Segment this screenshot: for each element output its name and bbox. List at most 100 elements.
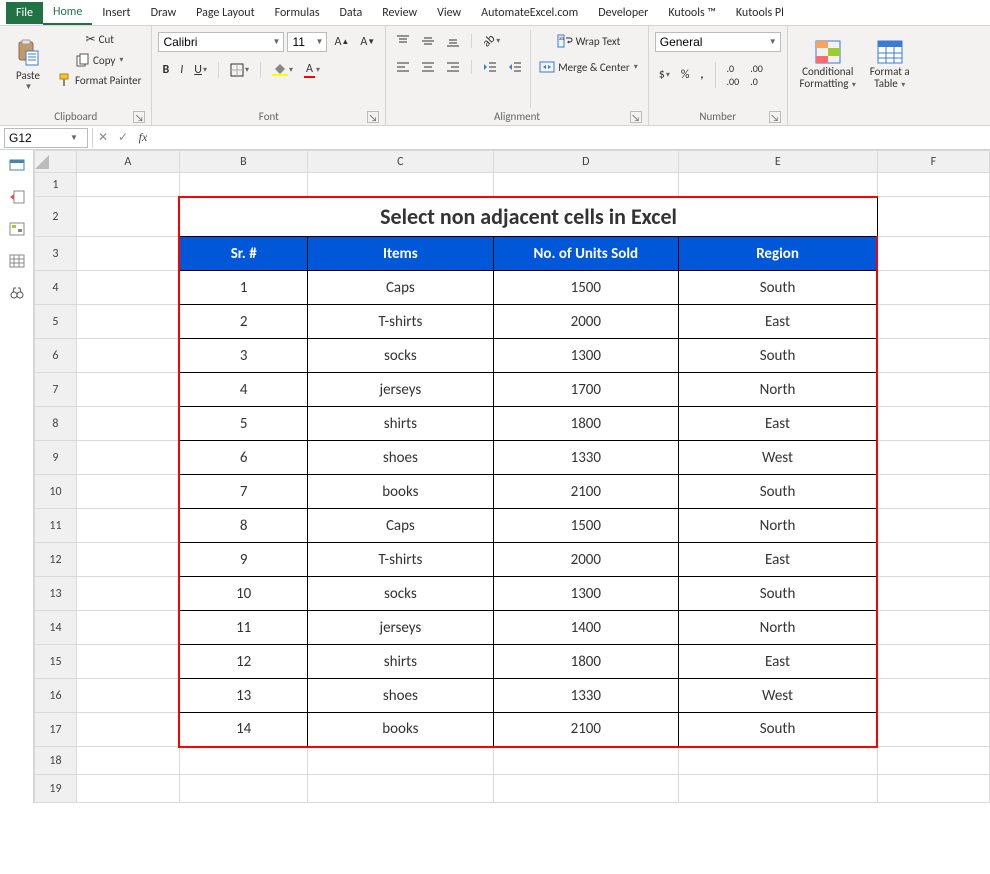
bold-button[interactable]: B bbox=[158, 61, 173, 79]
cell[interactable] bbox=[179, 775, 307, 803]
tab-insert[interactable]: Insert bbox=[92, 2, 140, 24]
dialog-launcher-icon[interactable]: ↘ bbox=[133, 111, 145, 123]
cell-sr[interactable]: 7 bbox=[179, 475, 307, 509]
formula-bar-input[interactable] bbox=[153, 128, 990, 148]
decrease-indent-button[interactable] bbox=[479, 58, 501, 76]
font-name-input[interactable] bbox=[159, 35, 269, 49]
fill-color-button[interactable]: ▾ bbox=[268, 62, 297, 78]
cell-region[interactable]: North bbox=[678, 373, 877, 407]
font-size-combo[interactable]: ▼ bbox=[287, 32, 327, 52]
cell[interactable] bbox=[76, 271, 179, 305]
tab-automate[interactable]: AutomateExcel.com bbox=[471, 2, 588, 24]
cell-item[interactable]: T-shirts bbox=[308, 543, 494, 577]
cell-item[interactable]: shirts bbox=[308, 645, 494, 679]
cell-units[interactable]: 2100 bbox=[493, 475, 678, 509]
cell-units[interactable]: 1330 bbox=[493, 441, 678, 475]
font-size-input[interactable] bbox=[288, 35, 312, 49]
cell[interactable] bbox=[877, 305, 989, 339]
align-top-button[interactable] bbox=[392, 32, 414, 50]
cell[interactable] bbox=[877, 611, 989, 645]
number-format-input[interactable] bbox=[656, 35, 766, 49]
cell-region[interactable]: South bbox=[678, 713, 877, 747]
tab-kutools[interactable]: Kutools ™ bbox=[658, 2, 726, 24]
cell[interactable] bbox=[76, 373, 179, 407]
conditional-formatting-button[interactable]: ConditionalFormatting ▾ bbox=[794, 28, 862, 100]
cell[interactable] bbox=[877, 713, 989, 747]
select-all-corner[interactable] bbox=[35, 151, 77, 173]
rail-icon-1[interactable] bbox=[8, 156, 26, 174]
title-cell[interactable]: Select non adjacent cells in Excel bbox=[179, 197, 877, 237]
cell[interactable] bbox=[76, 775, 179, 803]
merge-center-button[interactable]: Merge & Center ▾ bbox=[535, 58, 642, 76]
cell-item[interactable]: jerseys bbox=[308, 373, 494, 407]
cell-item[interactable]: socks bbox=[308, 339, 494, 373]
cell-region[interactable]: South bbox=[678, 577, 877, 611]
cell[interactable] bbox=[76, 611, 179, 645]
cell-region[interactable]: South bbox=[678, 339, 877, 373]
cell[interactable] bbox=[877, 271, 989, 305]
comma-button[interactable]: , bbox=[696, 66, 707, 84]
cell-region[interactable]: West bbox=[678, 441, 877, 475]
increase-indent-button[interactable] bbox=[504, 58, 526, 76]
cell[interactable] bbox=[877, 373, 989, 407]
cell-sr[interactable]: 3 bbox=[179, 339, 307, 373]
cell-item[interactable]: shoes bbox=[308, 679, 494, 713]
cell[interactable] bbox=[76, 173, 179, 197]
tab-home[interactable]: Home bbox=[43, 1, 92, 25]
cell-units[interactable]: 1300 bbox=[493, 577, 678, 611]
cell-units[interactable]: 1330 bbox=[493, 679, 678, 713]
name-box[interactable]: ▼ bbox=[4, 128, 88, 148]
chevron-down-icon[interactable]: ▼ bbox=[766, 37, 780, 47]
cell[interactable] bbox=[877, 679, 989, 713]
cell[interactable] bbox=[877, 237, 989, 271]
cell[interactable] bbox=[678, 173, 877, 197]
cell-sr[interactable]: 2 bbox=[179, 305, 307, 339]
cell[interactable] bbox=[877, 475, 989, 509]
row-header[interactable]: 6 bbox=[35, 339, 77, 373]
row-header[interactable]: 8 bbox=[35, 407, 77, 441]
cell[interactable] bbox=[877, 543, 989, 577]
increase-decimal-button[interactable]: .0.00 bbox=[723, 60, 744, 90]
name-box-input[interactable] bbox=[5, 131, 67, 145]
cell[interactable] bbox=[877, 441, 989, 475]
cell[interactable] bbox=[76, 577, 179, 611]
borders-button[interactable]: ▾ bbox=[226, 61, 253, 79]
column-header[interactable]: C bbox=[308, 151, 494, 173]
tab-data[interactable]: Data bbox=[330, 2, 373, 24]
cell-sr[interactable]: 14 bbox=[179, 713, 307, 747]
chevron-down-icon[interactable]: ▼ bbox=[67, 133, 81, 143]
rail-icon-4[interactable] bbox=[8, 252, 26, 270]
cell-sr[interactable]: 10 bbox=[179, 577, 307, 611]
copy-button[interactable]: Copy ▾ bbox=[54, 51, 145, 69]
cell-units[interactable]: 2000 bbox=[493, 543, 678, 577]
dialog-launcher-icon[interactable]: ↘ bbox=[367, 111, 379, 123]
cell-item[interactable]: books bbox=[308, 475, 494, 509]
paste-button[interactable]: Paste ▼ bbox=[6, 28, 50, 100]
cell[interactable] bbox=[877, 645, 989, 679]
tab-view[interactable]: View bbox=[427, 2, 471, 24]
spreadsheet-grid[interactable]: A B C D E F 12Select non adjacent cells … bbox=[34, 150, 990, 803]
cell-sr[interactable]: 8 bbox=[179, 509, 307, 543]
rail-icon-2[interactable] bbox=[8, 188, 26, 206]
cell-region[interactable]: South bbox=[678, 475, 877, 509]
cell[interactable] bbox=[678, 747, 877, 775]
tab-review[interactable]: Review bbox=[372, 2, 427, 24]
cell[interactable] bbox=[76, 339, 179, 373]
cell-region[interactable]: South bbox=[678, 271, 877, 305]
header-items[interactable]: Items bbox=[308, 237, 494, 271]
cell[interactable] bbox=[76, 645, 179, 679]
row-header[interactable]: 1 bbox=[35, 173, 77, 197]
chevron-down-icon[interactable]: ▼ bbox=[269, 37, 283, 47]
header-region[interactable]: Region bbox=[678, 237, 877, 271]
cell[interactable] bbox=[76, 441, 179, 475]
orientation-button[interactable]: ab▾ bbox=[479, 32, 504, 50]
cell[interactable] bbox=[76, 237, 179, 271]
column-header[interactable]: D bbox=[493, 151, 678, 173]
chevron-down-icon[interactable]: ▼ bbox=[312, 37, 326, 47]
cell-item[interactable]: shoes bbox=[308, 441, 494, 475]
cell[interactable] bbox=[493, 775, 678, 803]
row-header[interactable]: 4 bbox=[35, 271, 77, 305]
cell[interactable] bbox=[308, 747, 494, 775]
row-header[interactable]: 16 bbox=[35, 679, 77, 713]
cut-button[interactable]: ✂ Cut bbox=[54, 30, 145, 49]
